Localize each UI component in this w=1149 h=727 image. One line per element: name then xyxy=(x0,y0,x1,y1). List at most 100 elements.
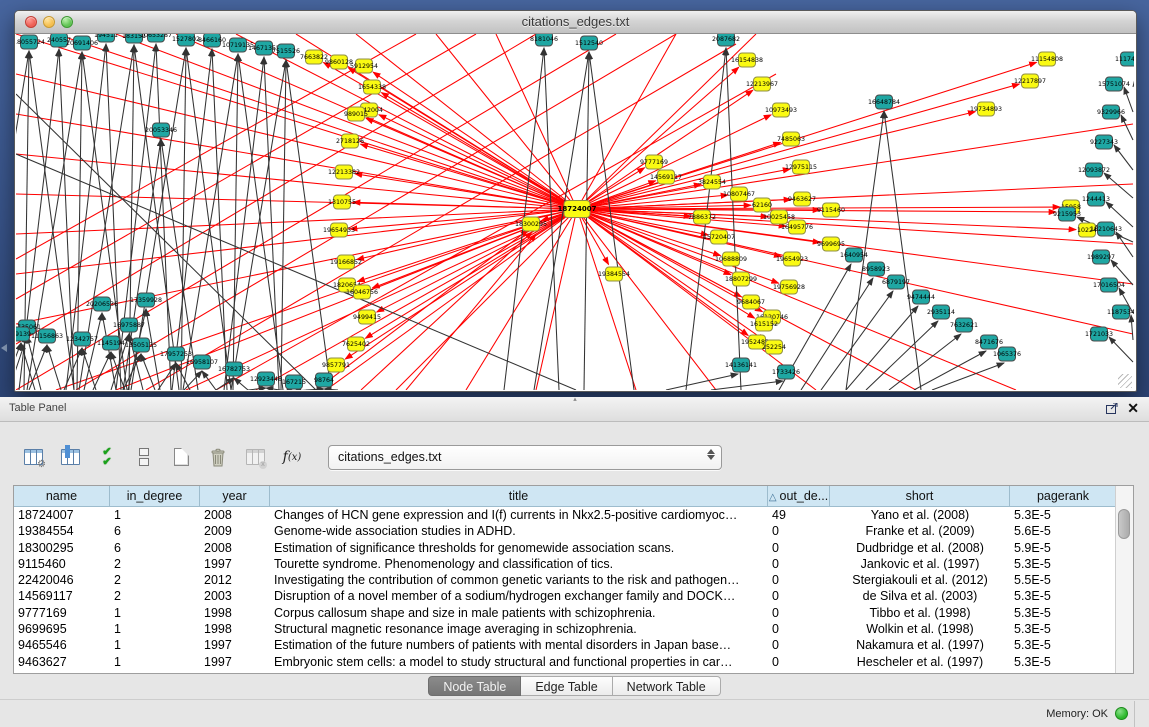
cell-short[interactable]: Wolkin et al. (1998) xyxy=(830,621,1010,637)
cell-out-de-[interactable]: 0 xyxy=(768,637,830,653)
column-header-name[interactable]: name xyxy=(14,486,110,507)
cell-pagerank[interactable]: 5.3E-5 xyxy=(1010,605,1115,621)
graph-node[interactable]: 19166852 xyxy=(330,255,362,269)
graph-edge[interactable] xyxy=(16,114,577,209)
graph-node[interactable]: 98764 xyxy=(314,373,334,387)
cell-pagerank[interactable]: 5.3E-5 xyxy=(1010,621,1115,637)
cell-short[interactable]: de Silva et al. (2003) xyxy=(830,588,1010,604)
graph-edge[interactable] xyxy=(577,84,1019,209)
cell-year[interactable]: 2009 xyxy=(200,523,270,539)
table-vertical-scrollbar[interactable] xyxy=(1115,486,1133,673)
cell-title[interactable]: Changes of HCN gene expression and I(f) … xyxy=(270,507,768,523)
graph-node[interactable]: 252254 xyxy=(762,340,786,354)
cell-title[interactable]: Estimation of significance thresholds fo… xyxy=(270,540,768,556)
cell-in-degree[interactable]: 2 xyxy=(110,556,200,572)
graph-node[interactable]: 8471676 xyxy=(975,335,1003,349)
cell-name[interactable]: 19384554 xyxy=(14,523,110,539)
cell-pagerank[interactable]: 5.3E-5 xyxy=(1010,654,1115,670)
cell-in-degree[interactable]: 1 xyxy=(110,654,200,670)
cell-out-de-[interactable]: 0 xyxy=(768,523,830,539)
graph-node[interactable]: 9227343 xyxy=(1090,135,1118,149)
delete-rows-icon[interactable] xyxy=(205,444,231,470)
graph-node[interactable]: 10653287 xyxy=(140,34,172,42)
graph-edge[interactable] xyxy=(884,111,921,390)
tab-node-table[interactable]: Node Table xyxy=(428,676,521,696)
graph-node[interactable]: 12217897 xyxy=(1014,74,1046,88)
graph-edge[interactable] xyxy=(84,313,102,390)
collapse-left-panel-icon[interactable] xyxy=(1,344,7,352)
graph-node[interactable]: 16154838 xyxy=(731,53,763,67)
cell-year[interactable]: 1997 xyxy=(200,654,270,670)
graph-node[interactable]: 18055724 xyxy=(16,35,45,49)
graph-edge[interactable] xyxy=(577,209,1133,334)
graph-edge[interactable] xyxy=(1114,145,1133,170)
cell-out-de-[interactable]: 0 xyxy=(768,654,830,670)
graph-node[interactable]: 39139 xyxy=(16,327,31,341)
tab-edge-table[interactable]: Edge Table xyxy=(521,676,612,696)
graph-edge[interactable] xyxy=(233,54,238,390)
graph-edge[interactable] xyxy=(146,44,736,390)
table-row[interactable]: 1830029562008Estimation of significance … xyxy=(14,540,1115,556)
cell-short[interactable]: Yano et al. (2008) xyxy=(830,507,1010,523)
cell-out-de-[interactable]: 0 xyxy=(768,572,830,588)
graph-node[interactable]: 12213967 xyxy=(746,77,778,91)
cell-name[interactable]: 22420046 xyxy=(14,572,110,588)
graph-edge[interactable] xyxy=(202,371,216,390)
table-row[interactable]: 1456911722003Disruption of a novel membe… xyxy=(14,588,1115,604)
cell-title[interactable]: Disruption of a novel member of a sodium… xyxy=(270,588,768,604)
graph-edge[interactable] xyxy=(1124,87,1133,112)
graph-node[interactable]: 14136141 xyxy=(725,358,757,372)
graph-node[interactable]: 11154808 xyxy=(1031,52,1063,66)
window-resize-grip[interactable] xyxy=(1118,374,1132,388)
graph-node[interactable]: 12093872 xyxy=(1078,163,1110,177)
cell-title[interactable]: Estimation of the future numbers of pati… xyxy=(270,637,768,653)
cell-title[interactable]: Structural magnetic resonance image aver… xyxy=(270,621,768,637)
cell-year[interactable]: 2012 xyxy=(200,572,270,588)
select-columns-icon[interactable] xyxy=(57,444,83,470)
row-height-icon[interactable] xyxy=(131,444,157,470)
table-row[interactable]: 977716911998Corpus callosum shape and si… xyxy=(14,605,1115,621)
table-row[interactable]: 946554611997Estimation of the future num… xyxy=(14,637,1115,653)
cell-short[interactable]: Dudbridge et al. (2008) xyxy=(830,540,1010,556)
graph-edge[interactable] xyxy=(141,354,155,390)
graph-edge[interactable] xyxy=(584,52,589,390)
close-panel-icon[interactable]: ✕ xyxy=(1127,401,1139,415)
graph-node[interactable]: 1310755 xyxy=(328,195,356,209)
column-header-in-degree[interactable]: in_degree xyxy=(110,486,200,507)
cell-title[interactable]: Investigating the contribution of common… xyxy=(270,572,768,588)
table-row[interactable]: 1938455462009Genome-wide association stu… xyxy=(14,523,1115,539)
float-panel-icon[interactable] xyxy=(1106,403,1118,414)
graph-node[interactable]: 15720407 xyxy=(703,230,735,244)
graph-node[interactable]: 19384554 xyxy=(598,267,630,281)
graph-node[interactable]: 7663822 xyxy=(300,50,328,64)
graph-node[interactable]: 1733426 xyxy=(772,365,800,379)
graph-edge[interactable] xyxy=(16,209,577,234)
cell-in-degree[interactable]: 2 xyxy=(110,572,200,588)
memory-ok-indicator[interactable] xyxy=(1115,707,1128,720)
graph-node[interactable]: 9699695 xyxy=(817,237,845,251)
graph-node[interactable]: 12975115 xyxy=(785,160,817,174)
graph-edge[interactable] xyxy=(406,234,536,390)
graph-node[interactable]: 62160 xyxy=(752,198,772,212)
cell-pagerank[interactable]: 5.9E-5 xyxy=(1010,540,1115,556)
graph-node[interactable]: 14569117 xyxy=(650,170,682,184)
window-titlebar[interactable]: citations_edges.txt xyxy=(15,11,1136,34)
table-row[interactable]: 946362711997Embryonic stem cells: a mode… xyxy=(14,654,1115,670)
cell-short[interactable]: Nakamura et al. (1997) xyxy=(830,637,1010,653)
cell-short[interactable]: Stergiakouli et al. (2012) xyxy=(830,572,1010,588)
graph-edge[interactable] xyxy=(711,381,783,390)
graph-edge[interactable] xyxy=(577,62,1037,209)
cell-name[interactable]: 9463627 xyxy=(14,654,110,670)
cell-pagerank[interactable]: 5.3E-5 xyxy=(1010,556,1115,572)
table-select-dropdown[interactable]: citations_edges.txt xyxy=(328,445,722,470)
graph-edge[interactable] xyxy=(1131,315,1133,340)
graph-node[interactable]: 1527802 xyxy=(172,34,200,46)
graph-edge[interactable] xyxy=(1116,232,1133,257)
cell-year[interactable]: 1998 xyxy=(200,621,270,637)
cell-short[interactable]: Franke et al. (2009) xyxy=(830,523,1010,539)
graph-edge[interactable] xyxy=(264,57,279,390)
cell-name[interactable]: 9699695 xyxy=(14,621,110,637)
graph-node[interactable]: 1244413 xyxy=(1082,192,1110,206)
cell-name[interactable]: 9777169 xyxy=(14,605,110,621)
cell-out-de-[interactable]: 0 xyxy=(768,540,830,556)
